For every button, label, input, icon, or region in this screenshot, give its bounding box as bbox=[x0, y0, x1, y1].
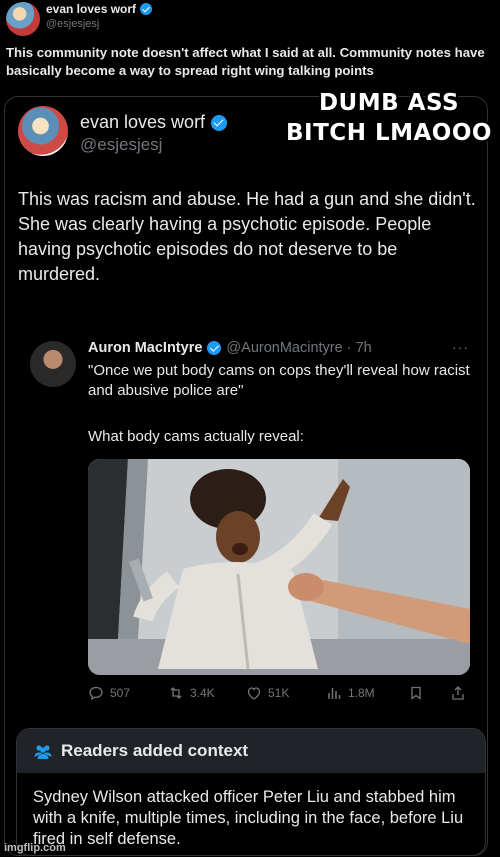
repost-icon bbox=[170, 687, 182, 699]
inner-tweet-text: "Once we put body cams on cops they'll r… bbox=[88, 362, 470, 399]
community-note-text: Sydney Wilson attacked officer Peter Liu… bbox=[33, 788, 464, 848]
views-button[interactable]: 1.8M bbox=[326, 685, 375, 701]
community-note[interactable]: Readers added context Sydney Wilson atta… bbox=[16, 728, 486, 856]
verified-badge-icon bbox=[207, 341, 222, 355]
community-note-title: Readers added context bbox=[61, 741, 249, 760]
outer-avatar[interactable] bbox=[6, 2, 40, 36]
verified-badge-icon bbox=[140, 3, 153, 15]
quoted-tweet-text: This was racism and abuse. He had a gun … bbox=[18, 189, 476, 284]
verified-badge-icon bbox=[211, 114, 228, 131]
like-button[interactable]: 51K bbox=[246, 685, 289, 701]
outer-author-name: evan loves worf bbox=[46, 2, 137, 16]
outer-author[interactable]: evan loves worf bbox=[46, 2, 153, 16]
reply-icon bbox=[89, 686, 103, 701]
readers-icon bbox=[34, 745, 52, 759]
share-icon bbox=[452, 686, 464, 700]
quoted-author[interactable]: evan loves worf bbox=[80, 112, 228, 133]
community-note-header: Readers added context bbox=[17, 729, 485, 773]
quoted-avatar[interactable] bbox=[18, 106, 68, 156]
imgflip-watermark: imgflip.com bbox=[4, 842, 66, 854]
inner-author-handle: @AuronMacintyre · 7h bbox=[226, 340, 372, 356]
reply-button[interactable]: 507 bbox=[88, 685, 130, 701]
quoted-author-name: evan loves worf bbox=[80, 112, 206, 132]
inner-avatar[interactable] bbox=[30, 341, 76, 387]
bookmark-icon bbox=[411, 686, 421, 700]
inner-author-row: Auron MacIntyre @AuronMacintyre · 7h bbox=[88, 340, 372, 356]
inner-tweet-caption: What body cams actually reveal: bbox=[88, 428, 304, 445]
meme-caption: DUMB ASS BITCH LMAOOO bbox=[286, 90, 492, 146]
quoted-author-handle: @esjesjesj bbox=[80, 135, 163, 154]
repost-button[interactable]: 3.4K bbox=[168, 685, 215, 701]
repost-count: 3.4K bbox=[190, 686, 215, 700]
inner-tweet[interactable]: Auron MacIntyre @AuronMacintyre · 7h ···… bbox=[26, 335, 484, 715]
inner-author-name[interactable]: Auron MacIntyre bbox=[88, 340, 202, 356]
like-count: 51K bbox=[268, 686, 290, 700]
views-icon bbox=[328, 688, 341, 699]
outer-tweet-text: This community note doesn't affect what … bbox=[6, 45, 485, 78]
like-icon bbox=[247, 687, 261, 700]
bodycam-photo[interactable] bbox=[88, 459, 470, 675]
tweet-actions: 507 3.4K 51K 1.8M bbox=[88, 685, 480, 705]
views-count: 1.8M bbox=[348, 686, 375, 700]
outer-author-handle: @esjesjesj bbox=[46, 18, 100, 30]
more-options-icon[interactable]: ··· bbox=[452, 339, 469, 355]
bookmark-button[interactable] bbox=[408, 685, 424, 701]
share-button[interactable] bbox=[450, 685, 466, 701]
reply-count: 507 bbox=[110, 686, 131, 700]
